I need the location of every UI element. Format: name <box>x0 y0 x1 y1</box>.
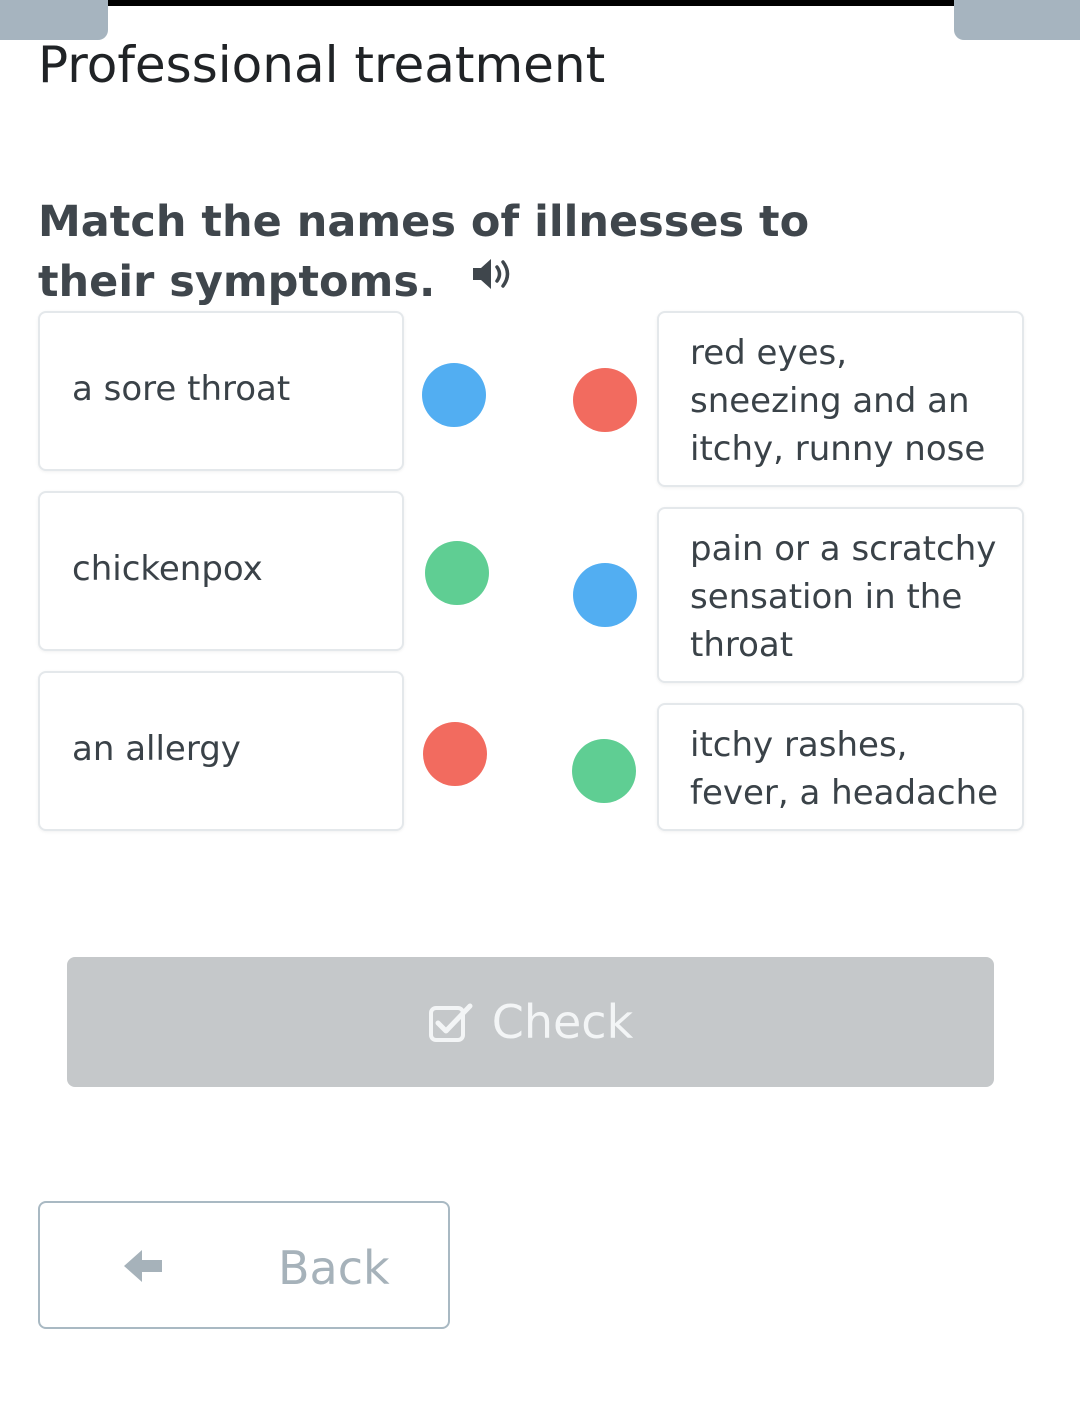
check-label: Check <box>491 995 634 1049</box>
symptom-card-allergy-symptoms[interactable]: red eyes, sneezing and an itchy, runny n… <box>657 311 1024 487</box>
illness-connector-sore-throat[interactable] <box>422 363 486 427</box>
page-title: Professional treatment <box>38 36 606 94</box>
check-button[interactable]: Check <box>67 957 994 1087</box>
illness-card-sore-throat[interactable]: a sore throat <box>38 311 404 471</box>
symptom-connector-throat-symptoms[interactable] <box>573 563 637 627</box>
top-left-tab[interactable] <box>0 0 108 40</box>
illness-connector-allergy[interactable] <box>423 722 487 786</box>
illness-card-chickenpox[interactable]: chickenpox <box>38 491 404 651</box>
speaker-icon[interactable] <box>471 249 517 309</box>
symptom-label: itchy rashes, fever, a headache <box>690 725 999 813</box>
illness-card-allergy[interactable]: an allergy <box>38 671 404 831</box>
instruction-text: Match the names of illnesses to their sy… <box>38 197 810 307</box>
arrow-left-icon <box>120 1246 166 1290</box>
symptom-connector-allergy-symptoms[interactable] <box>573 368 637 432</box>
symptom-card-chickenpox-symptoms[interactable]: itchy rashes, fever, a headache <box>657 703 1024 831</box>
checkbox-check-icon <box>428 1001 474 1043</box>
back-label: Back <box>278 1241 390 1295</box>
symptom-card-throat-symptoms[interactable]: pain or a scratchy sensation in the thro… <box>657 507 1024 683</box>
illness-label: chickenpox <box>72 549 263 589</box>
symptom-connector-chickenpox-symptoms[interactable] <box>572 739 636 803</box>
symptom-label: red eyes, sneezing and an itchy, runny n… <box>690 333 986 469</box>
instruction: Match the names of illnesses to their sy… <box>38 192 938 315</box>
top-bar <box>0 0 1080 6</box>
illness-connector-chickenpox[interactable] <box>425 541 489 605</box>
illness-label: an allergy <box>72 729 241 769</box>
symptom-label: pain or a scratchy sensation in the thro… <box>690 529 997 665</box>
illness-label: a sore throat <box>72 369 291 409</box>
top-right-tab[interactable] <box>954 0 1080 40</box>
back-button[interactable]: Back <box>38 1201 450 1329</box>
